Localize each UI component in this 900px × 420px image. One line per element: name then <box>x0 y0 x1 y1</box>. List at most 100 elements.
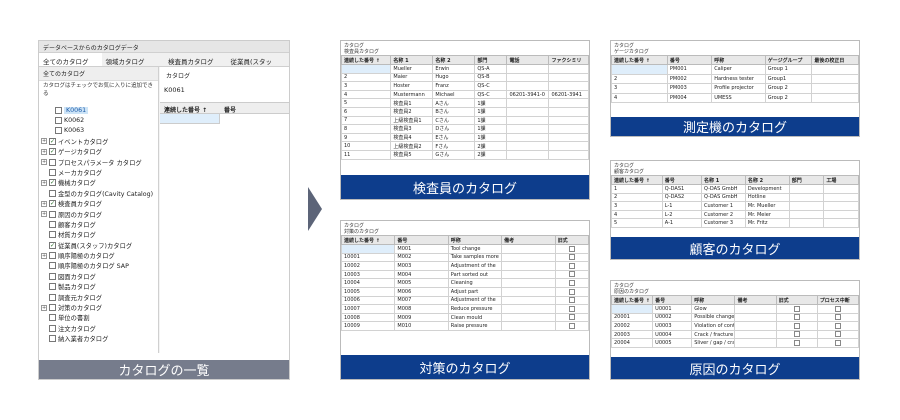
table-cell[interactable] <box>811 92 859 103</box>
table-cell[interactable] <box>554 269 589 280</box>
table-cell[interactable]: Caliper <box>711 64 766 75</box>
tree-item[interactable]: + ✓ 機械カタログ <box>39 178 158 188</box>
obsolete-checkbox[interactable] <box>834 305 841 312</box>
table-cell[interactable]: 10008 <box>341 312 396 323</box>
table-cell[interactable]: Violation of control <box>691 321 736 331</box>
table-cell[interactable]: U0001 <box>652 304 693 314</box>
table-cell[interactable] <box>823 192 859 203</box>
table-cell[interactable] <box>775 321 818 331</box>
table-row[interactable]: 9 検査員4 Eさん 1課 <box>341 132 589 143</box>
favorite-checkbox[interactable] <box>49 283 56 291</box>
column-header[interactable]: 番号 <box>220 103 240 114</box>
table-cell[interactable]: 1 <box>611 184 663 194</box>
table-cell[interactable]: 4 <box>611 92 668 103</box>
table-cell[interactable]: 2課 <box>474 149 508 160</box>
table-cell[interactable]: 3 <box>611 83 668 94</box>
table-cell[interactable] <box>775 312 818 323</box>
table-cell[interactable]: 検査員3 <box>390 124 434 134</box>
table-cell[interactable]: 1課 <box>474 115 508 126</box>
favorite-checkbox[interactable] <box>49 252 56 260</box>
table-cell[interactable] <box>823 209 859 220</box>
table-cell[interactable]: 06201-3941-0 <box>506 89 550 100</box>
tree-item[interactable]: 納入業者カタログ <box>39 334 158 344</box>
table-cell[interactable]: Hotline <box>744 192 790 203</box>
table-cell[interactable]: Raise pressure <box>447 321 503 331</box>
tree-item[interactable]: ✓ 従業員(スタッフ)カタログ <box>39 240 158 250</box>
table-row[interactable]: 3 Hoster Franz QS-C <box>341 81 589 91</box>
table-cell[interactable]: Group1 <box>764 73 813 84</box>
table-cell[interactable]: Mr. Meier <box>744 209 790 220</box>
table-cell[interactable]: 5 <box>341 98 392 108</box>
column-header[interactable]: 呼称 <box>447 235 503 245</box>
table-cell[interactable]: PM001 <box>666 64 713 75</box>
table-row[interactable]: M001 Tool change <box>341 244 589 254</box>
table-cell[interactable] <box>775 329 818 340</box>
table-cell[interactable]: M010 <box>394 321 449 331</box>
table-cell[interactable] <box>788 218 825 228</box>
table-row[interactable]: 5 検査員1 Aさん 1課 <box>341 98 589 108</box>
obsolete-checkbox[interactable] <box>568 279 575 286</box>
favorite-checkbox[interactable] <box>55 106 62 114</box>
table-cell[interactable]: L-2 <box>661 209 703 220</box>
table-cell[interactable]: 11 <box>341 149 392 160</box>
table-cell[interactable]: U0005 <box>652 338 693 348</box>
tree-item[interactable]: 製品カタログ <box>39 282 158 292</box>
table-cell[interactable]: PM004 <box>666 92 713 103</box>
table-cell[interactable]: Development <box>744 184 790 194</box>
column-header[interactable]: 連続した番号 ↑ <box>341 235 396 245</box>
favorite-checkbox[interactable] <box>49 168 56 176</box>
obsolete-checkbox[interactable] <box>793 322 800 329</box>
table-row[interactable]: 2 Q-DAS2 Q-DAS GmbH Hotline <box>611 192 859 203</box>
obsolete-checkbox[interactable] <box>568 288 575 295</box>
table-cell[interactable]: Hugo <box>432 72 476 83</box>
column-header[interactable]: 名称 2 <box>744 175 790 185</box>
table-row[interactable]: PM001 Caliper Group 1 <box>611 64 859 75</box>
table-cell[interactable]: M004 <box>394 269 449 280</box>
obsolete-checkbox[interactable] <box>793 305 800 312</box>
table-cell[interactable] <box>501 252 556 263</box>
table-cell[interactable]: Possible changes in <box>691 312 736 323</box>
favorite-checkbox[interactable] <box>49 304 56 312</box>
table-row[interactable] <box>160 114 289 124</box>
favorite-checkbox[interactable] <box>49 189 56 197</box>
table-cell[interactable] <box>734 321 777 331</box>
table-cell[interactable] <box>160 114 220 124</box>
tree-item[interactable]: 図面カタログ <box>39 271 158 281</box>
table-cell[interactable]: Customer 2 <box>701 209 746 220</box>
column-header[interactable]: 電話 <box>506 55 550 65</box>
column-header[interactable]: 部門 <box>788 175 825 185</box>
column-header[interactable]: ファクシミリ <box>548 55 589 65</box>
table-cell[interactable]: 上級検査員2 <box>390 141 434 151</box>
table-cell[interactable]: PM003 <box>666 83 713 94</box>
column-header[interactable]: 連続した番号 ↑ <box>611 55 668 65</box>
table-cell[interactable] <box>548 81 589 91</box>
table-cell[interactable]: Mr. Fritz <box>744 218 790 228</box>
table-cell[interactable]: 上級検査員1 <box>390 115 434 126</box>
table-cell[interactable]: 検査員4 <box>390 132 434 143</box>
table-cell[interactable] <box>506 98 550 108</box>
table-cell[interactable]: Adjust part <box>447 286 503 297</box>
table-cell[interactable]: A-1 <box>661 218 703 228</box>
column-header[interactable]: 名称 1 <box>390 55 434 65</box>
table-cell[interactable]: UMESS <box>711 92 766 103</box>
expand-plus-icon[interactable]: + <box>41 159 47 166</box>
table-cell[interactable]: 20001 <box>611 312 654 323</box>
table-cell[interactable]: Franz <box>432 81 476 91</box>
table-cell[interactable]: Glow <box>691 304 736 314</box>
table-cell[interactable]: M007 <box>394 295 449 306</box>
table-row[interactable]: 4 Mustermann Michael QS-C 06201-3941-0 06201-… <box>341 89 589 100</box>
table-cell[interactable]: 3 <box>341 81 392 91</box>
table-cell[interactable]: Customer 1 <box>701 201 746 211</box>
table-row[interactable]: 20004U0005Sliver / gap / crack <box>611 338 859 348</box>
table-cell[interactable]: 2 <box>341 72 392 83</box>
column-header[interactable]: 工場 <box>823 175 859 185</box>
tree-item[interactable]: 材質カタログ <box>39 230 158 240</box>
table-cell[interactable]: Reduce pressure <box>447 304 503 314</box>
table-row[interactable]: U0001 Glow <box>611 304 859 314</box>
table-row[interactable]: 10001 M002 Take samples more <box>341 252 589 263</box>
table-row[interactable]: 2 Maier Hugo QS-B <box>341 72 589 83</box>
column-header[interactable]: 部門 <box>474 55 508 65</box>
obsolete-checkbox[interactable] <box>834 314 841 321</box>
obsolete-checkbox[interactable] <box>568 262 575 269</box>
column-header[interactable]: 番号 <box>652 295 693 305</box>
